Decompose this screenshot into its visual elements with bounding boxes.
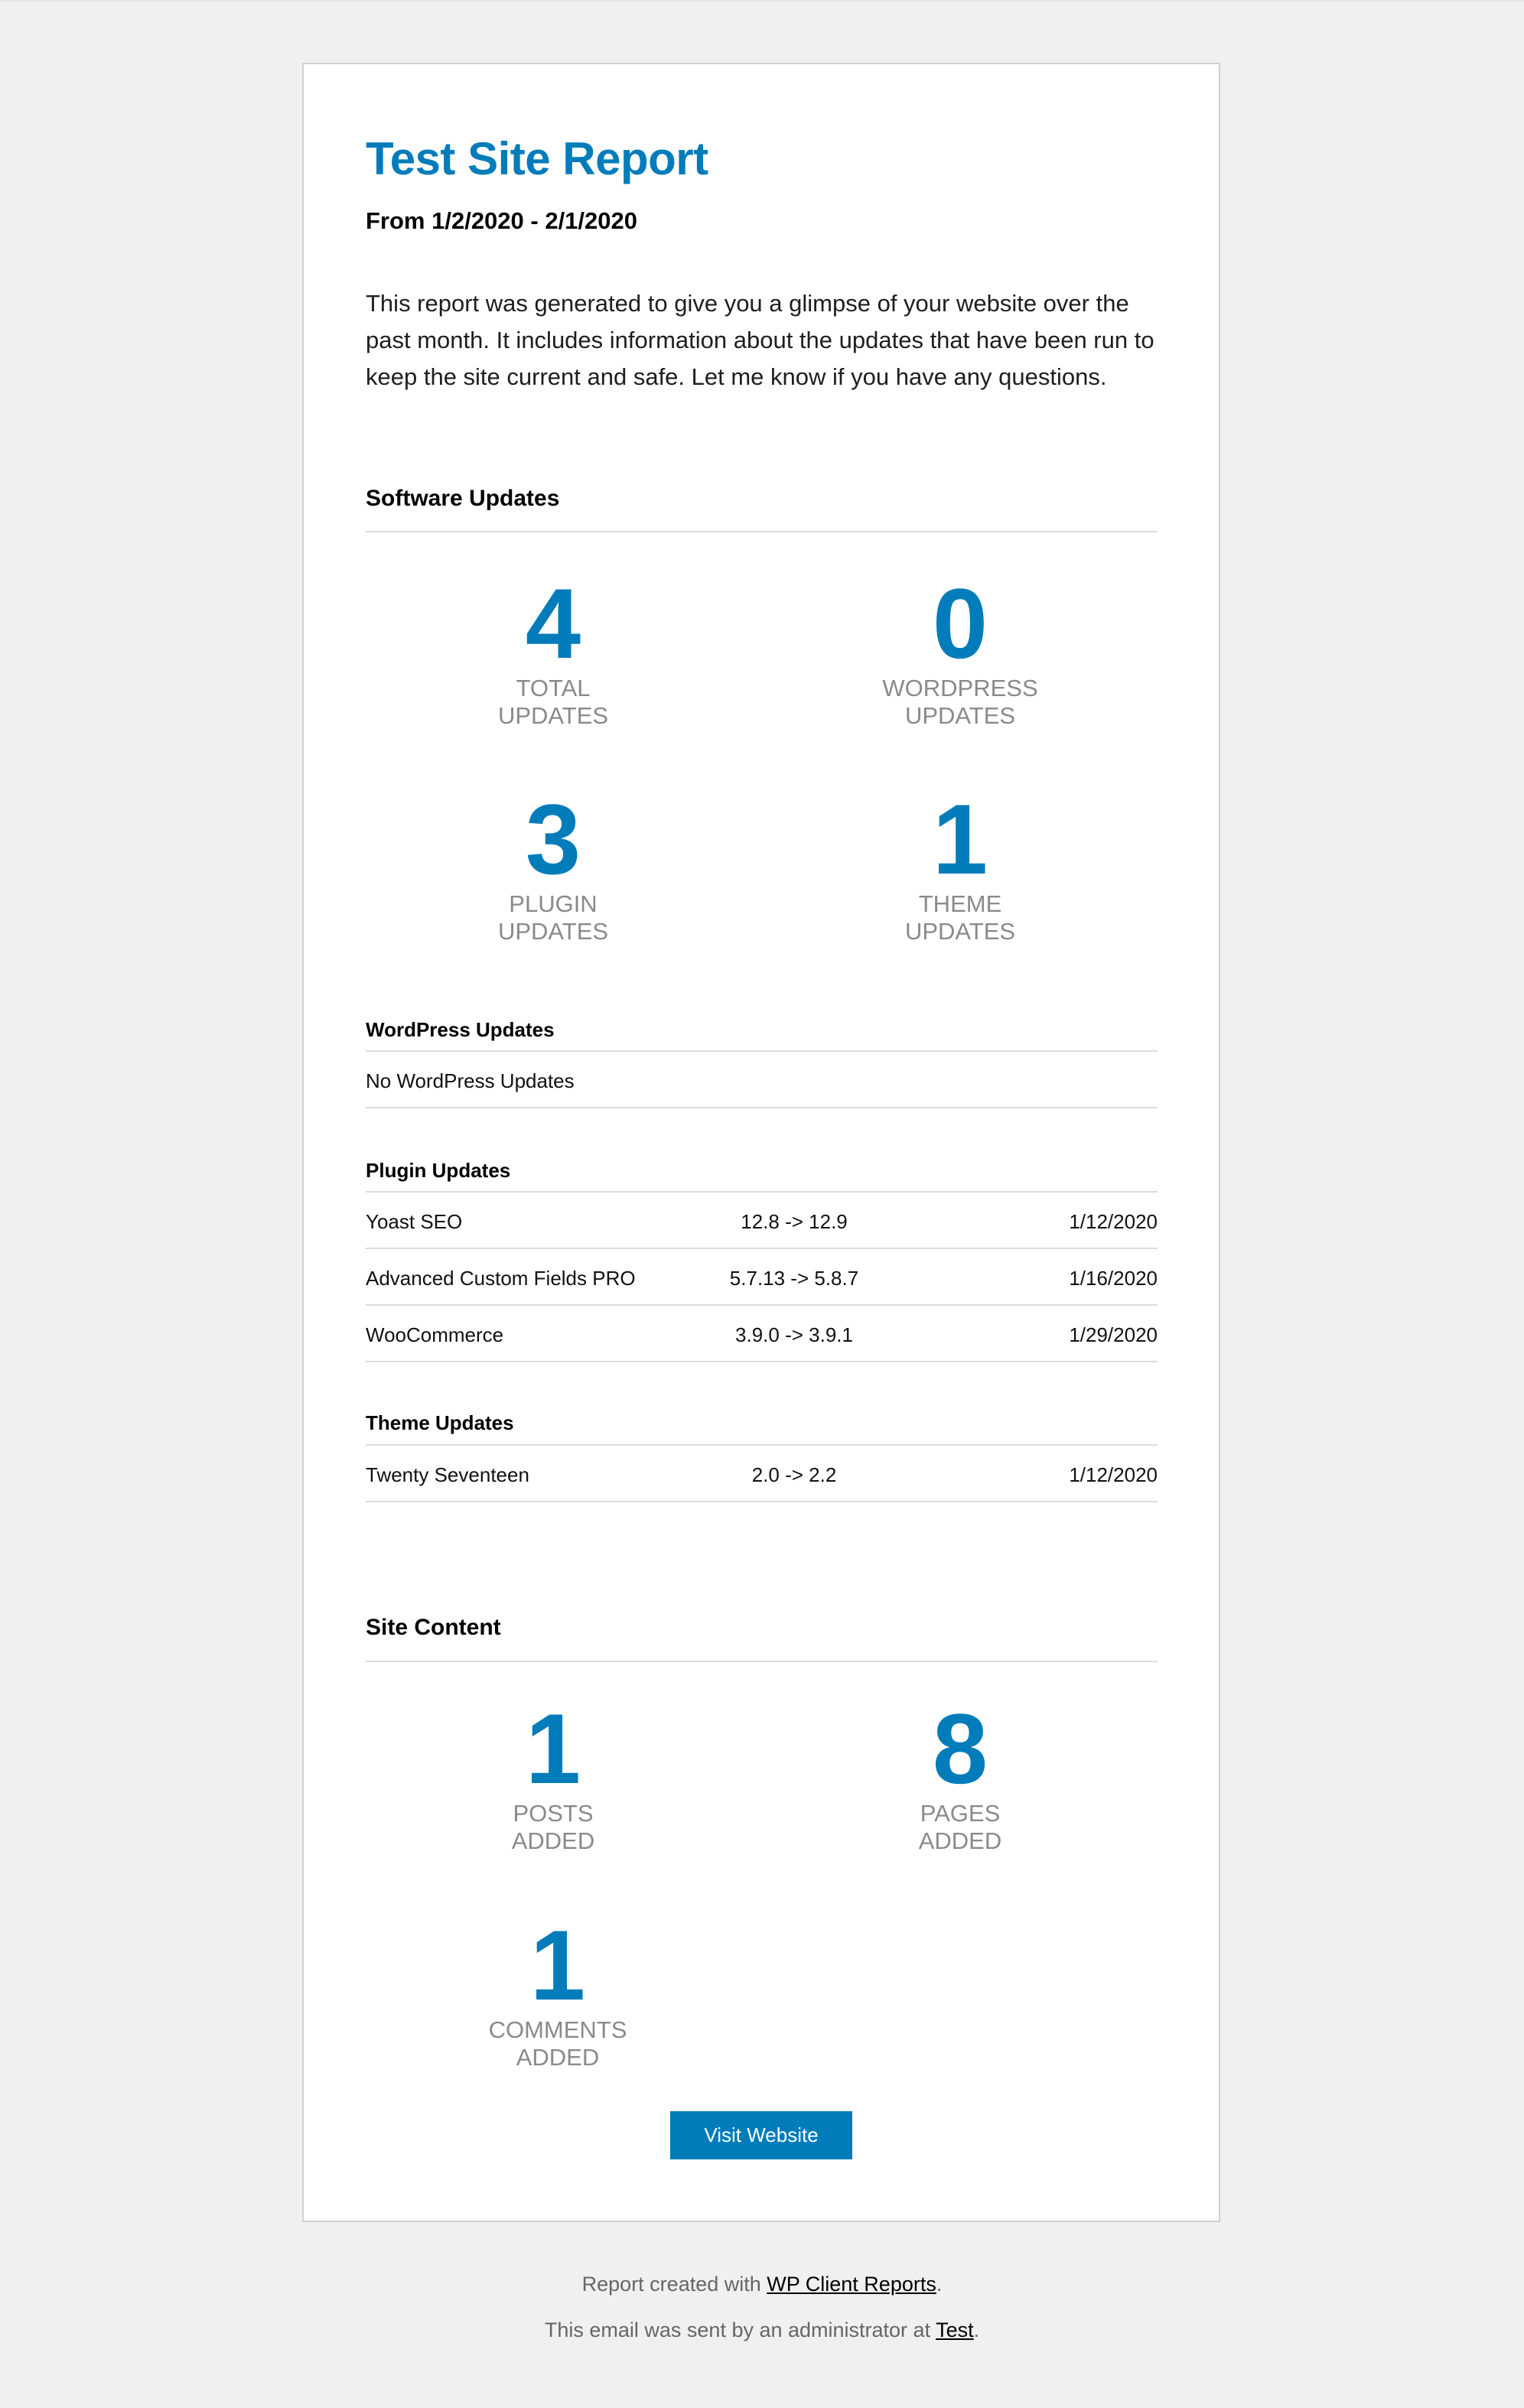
theme-update-date: 1/12/2020 — [1069, 1463, 1158, 1486]
divider — [366, 1248, 1158, 1249]
visit-website-button[interactable]: Visit Website — [670, 2111, 852, 2159]
plugin-update-date: 1/29/2020 — [1069, 1323, 1158, 1346]
divider — [366, 1191, 1158, 1193]
software-updates-heading: Software Updates — [366, 486, 560, 511]
divider — [366, 1444, 1158, 1446]
plugin-update-date: 1/16/2020 — [1069, 1267, 1158, 1290]
divider — [366, 1661, 1158, 1662]
wordpress-updates-empty-row: No WordPress Updates — [366, 1068, 1158, 1094]
empty-message: No WordPress Updates — [366, 1069, 575, 1092]
divider — [366, 531, 1158, 532]
plugin-updates-heading: Plugin Updates — [366, 1159, 511, 1182]
stat-plugin-updates: 3 PLUGIN UPDATES — [400, 789, 706, 945]
plugin-name: WooCommerce — [366, 1323, 504, 1346]
plugin-name: Yoast SEO — [366, 1210, 463, 1233]
stat-total-updates: 4 TOTAL UPDATES — [400, 574, 706, 730]
stat-label: PLUGIN UPDATES — [497, 890, 609, 945]
stat-value: 4 — [525, 568, 581, 679]
stat-label: THEME UPDATES — [904, 890, 1016, 945]
divider — [366, 1050, 1158, 1052]
theme-updates-heading: Theme Updates — [366, 1411, 514, 1434]
site-content-heading: Site Content — [366, 1615, 501, 1640]
wordpress-updates-heading: WordPress Updates — [366, 1018, 555, 1041]
report-card: Test Site Report From 1/2/2020 - 2/1/202… — [302, 63, 1220, 2222]
plugin-version: 3.9.0 -> 3.9.1 — [735, 1323, 853, 1346]
stat-posts-added: 1 POSTS ADDED — [400, 1699, 706, 1855]
stat-value: 3 — [525, 783, 581, 895]
footer-credit-text: Report created with — [581, 2273, 767, 2296]
stat-value: 1 — [525, 1693, 581, 1804]
plugin-update-date: 1/12/2020 — [1069, 1210, 1158, 1233]
date-range: From 1/2/2020 - 2/1/2020 — [366, 207, 638, 234]
stat-label: WORDPRESS UPDATES — [882, 675, 1038, 729]
stat-value: 1 — [529, 1909, 586, 2021]
divider — [366, 1361, 1158, 1362]
plugin-update-row: WooCommerce 3.9.0 -> 3.9.1 1/29/2020 — [366, 1322, 1158, 1348]
divider — [366, 1304, 1158, 1306]
stat-label: POSTS ADDED — [511, 1800, 595, 1854]
divider — [366, 1107, 1158, 1108]
stat-label: TOTAL UPDATES — [497, 675, 609, 729]
theme-update-row: Twenty Seventeen 2.0 -> 2.2 1/12/2020 — [366, 1462, 1158, 1488]
plugin-update-row: Yoast SEO 12.8 -> 12.9 1/12/2020 — [366, 1209, 1158, 1235]
plugin-version: 5.7.13 -> 5.8.7 — [729, 1267, 859, 1290]
plugin-name: Advanced Custom Fields PRO — [366, 1267, 636, 1290]
divider — [366, 1501, 1158, 1502]
theme-version: 2.0 -> 2.2 — [751, 1463, 837, 1486]
footer-punctuation: . — [973, 2319, 980, 2341]
theme-name: Twenty Seventeen — [366, 1463, 529, 1486]
footer-punctuation: . — [936, 2273, 943, 2296]
stat-label: COMMENTS ADDED — [488, 2016, 627, 2071]
stat-pages-added: 8 PAGES ADDED — [807, 1699, 1113, 1855]
plugin-update-row: Advanced Custom Fields PRO 5.7.13 -> 5.8… — [366, 1265, 1158, 1291]
footer-credit: Report created with WP Client Reports. — [0, 2270, 1524, 2298]
footer-sender-text: This email was sent by an administrator … — [544, 2319, 936, 2341]
top-border — [0, 0, 1524, 2]
report-title: Test Site Report — [366, 133, 708, 184]
stat-wordpress-updates: 0 WORDPRESS UPDATES — [807, 574, 1113, 730]
stat-value: 8 — [932, 1693, 988, 1804]
stat-value: 0 — [932, 568, 988, 679]
footer-sender: This email was sent by an administrator … — [0, 2316, 1524, 2344]
stat-theme-updates: 1 THEME UPDATES — [807, 789, 1113, 945]
stat-value: 1 — [932, 783, 988, 895]
stat-label: PAGES ADDED — [918, 1800, 1002, 1854]
intro-paragraph: This report was generated to give you a … — [366, 290, 1154, 390]
wp-client-reports-link[interactable]: WP Client Reports — [767, 2273, 936, 2296]
plugin-version: 12.8 -> 12.9 — [741, 1210, 848, 1233]
site-link[interactable]: Test — [936, 2319, 974, 2341]
stat-comments-added: 1 COMMENTS ADDED — [405, 1915, 711, 2071]
